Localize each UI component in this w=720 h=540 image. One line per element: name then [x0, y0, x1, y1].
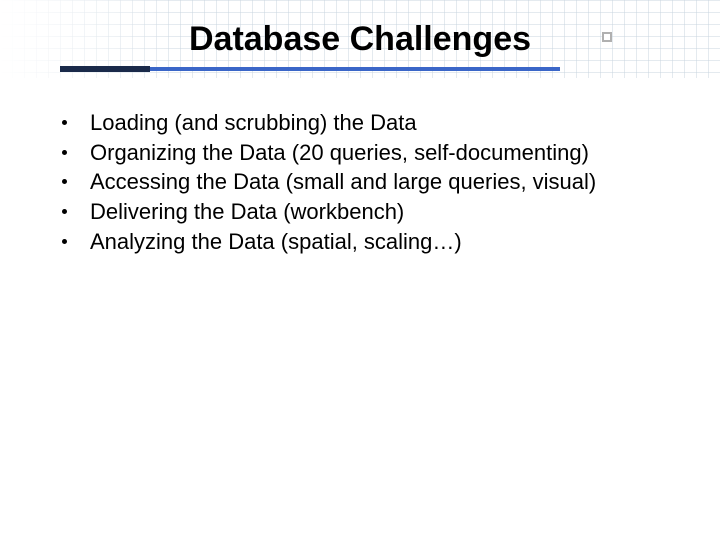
list-item-text: Delivering the Data (workbench) [90, 199, 404, 224]
list-item-text: Loading (and scrubbing) the Data [90, 110, 417, 135]
bullet-dot-icon [62, 179, 67, 184]
list-item: Loading (and scrubbing) the Data [56, 108, 680, 138]
bullet-dot-icon [62, 150, 67, 155]
list-item: Analyzing the Data (spatial, scaling…) [56, 227, 680, 257]
slide: Database Challenges Loading (and scrubbi… [0, 0, 720, 540]
title-container: Database Challenges [0, 20, 720, 59]
underline-dark-segment [60, 66, 150, 72]
list-item-text: Organizing the Data (20 queries, self-do… [90, 140, 589, 165]
content-area: Loading (and scrubbing) the Data Organiz… [56, 108, 680, 256]
list-item: Delivering the Data (workbench) [56, 197, 680, 227]
bullet-dot-icon [62, 239, 67, 244]
bullet-dot-icon [62, 209, 67, 214]
list-item-text: Accessing the Data (small and large quer… [90, 169, 596, 194]
list-item-text: Analyzing the Data (spatial, scaling…) [90, 229, 462, 254]
bullet-dot-icon [62, 120, 67, 125]
underline-blue-segment [150, 67, 560, 71]
list-item: Accessing the Data (small and large quer… [56, 167, 680, 197]
list-item: Organizing the Data (20 queries, self-do… [56, 138, 680, 168]
slide-title: Database Challenges [189, 20, 531, 59]
corner-square-icon [602, 32, 612, 42]
title-underline [60, 66, 560, 76]
bullet-list: Loading (and scrubbing) the Data Organiz… [56, 108, 680, 256]
